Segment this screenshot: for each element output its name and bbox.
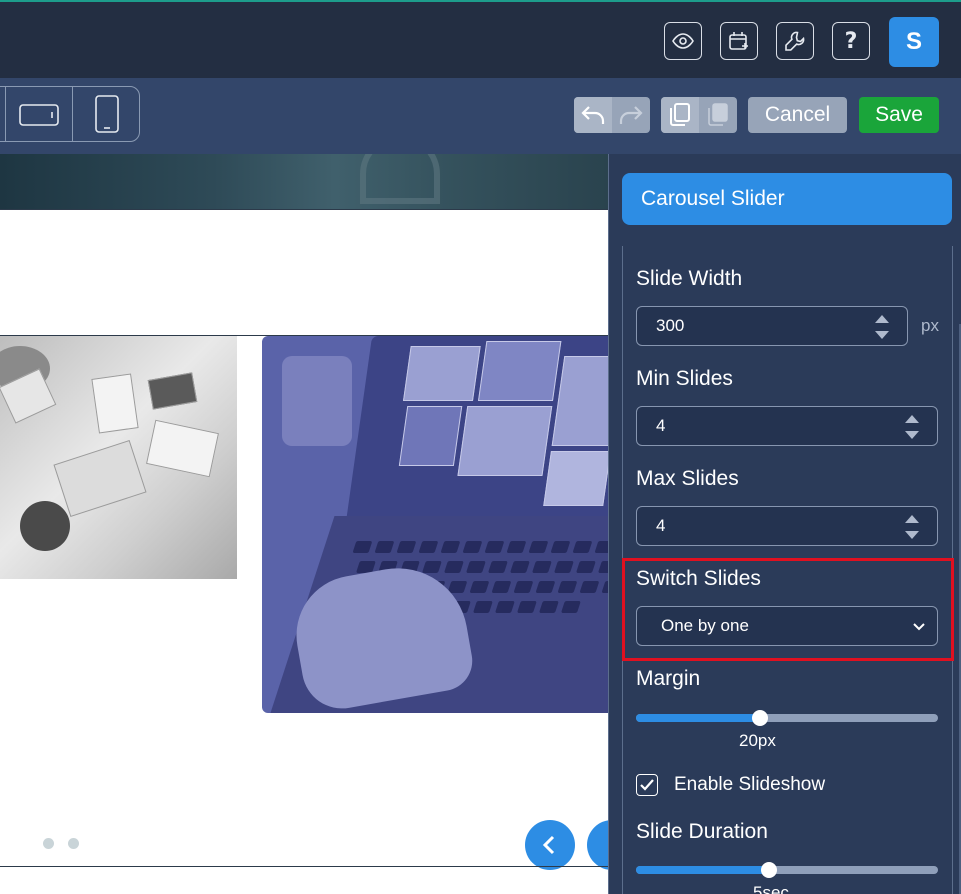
- top-bar: ? S: [0, 0, 961, 78]
- min-slides-label: Min Slides: [636, 367, 733, 390]
- team-workspace-photo[interactable]: [0, 336, 237, 579]
- min-slides-value: 4: [656, 416, 666, 435]
- mobile-portrait-icon[interactable]: [95, 95, 119, 138]
- slide-duration-slider-thumb[interactable]: [760, 862, 777, 878]
- max-slides-label: Max Slides: [636, 467, 739, 490]
- slide-width-unit: px: [921, 316, 939, 335]
- editor-canvas: [0, 154, 608, 894]
- carousel-settings-panel: Carousel Slider Slide Width 300 px Min S…: [608, 154, 961, 894]
- copy-icon[interactable]: [661, 97, 699, 133]
- section-divider: [0, 209, 608, 210]
- carousel-dot[interactable]: [43, 838, 54, 849]
- slide-width-input[interactable]: 300: [636, 306, 908, 346]
- save-button[interactable]: Save: [859, 97, 939, 133]
- switch-slides-select[interactable]: One by one: [636, 606, 938, 646]
- slide-duration-value: 5sec: [753, 883, 789, 894]
- slide-width-label: Slide Width: [636, 267, 743, 290]
- slide-width-value: 300: [656, 316, 685, 335]
- carousel-next-button[interactable]: [587, 820, 608, 870]
- paste-icon[interactable]: [699, 97, 737, 133]
- enable-slideshow-checkbox[interactable]: [636, 774, 658, 796]
- switch-slides-label: Switch Slides: [636, 567, 761, 590]
- carousel-bottom-border: [0, 866, 608, 867]
- enable-slideshow-label: Enable Slideshow: [674, 774, 826, 795]
- max-slides-value: 4: [656, 516, 666, 535]
- device-divider: [72, 87, 73, 141]
- cancel-button[interactable]: Cancel: [748, 97, 847, 133]
- redo-icon[interactable]: [612, 97, 650, 133]
- margin-slider-fill: [636, 714, 760, 722]
- hero-banner-image: [0, 154, 608, 209]
- min-slides-input[interactable]: 4: [636, 406, 938, 446]
- margin-value: 20px: [739, 731, 776, 750]
- copy-group: [661, 97, 737, 133]
- laptop-designer-photo[interactable]: [262, 336, 608, 713]
- slide-duration-label: Slide Duration: [636, 820, 768, 843]
- tablet-landscape-icon[interactable]: [19, 104, 59, 131]
- device-divider: [5, 87, 6, 141]
- device-switcher: [0, 86, 140, 142]
- slide-duration-slider-fill: [636, 866, 769, 874]
- carousel-prev-button[interactable]: [525, 820, 575, 870]
- switch-slides-value: One by one: [661, 616, 749, 635]
- user-avatar-button[interactable]: S: [889, 17, 939, 67]
- help-icon[interactable]: ?: [832, 22, 870, 60]
- chevron-left-icon: [542, 835, 555, 855]
- slide-duration-slider[interactable]: [636, 862, 938, 878]
- max-slides-input[interactable]: 4: [636, 506, 938, 546]
- banner-decoration: [360, 154, 440, 204]
- spinner-icon[interactable]: [875, 315, 889, 339]
- chevron-down-icon: [913, 623, 925, 631]
- preview-eye-icon[interactable]: [664, 22, 702, 60]
- carousel-dots: [43, 838, 79, 849]
- undo-redo-group: [574, 97, 650, 133]
- plant-shape: [282, 356, 352, 446]
- margin-slider[interactable]: [636, 710, 938, 726]
- spinner-icon[interactable]: [905, 515, 919, 539]
- check-icon: [640, 779, 654, 791]
- add-page-icon[interactable]: [720, 22, 758, 60]
- carousel-dot[interactable]: [68, 838, 79, 849]
- panel-title: Carousel Slider: [622, 173, 952, 225]
- margin-slider-thumb[interactable]: [751, 710, 768, 726]
- spinner-icon[interactable]: [905, 415, 919, 439]
- margin-label: Margin: [636, 667, 701, 690]
- editor-toolbar: Cancel Save: [0, 78, 961, 154]
- wrench-settings-icon[interactable]: [776, 22, 814, 60]
- undo-icon[interactable]: [574, 97, 612, 133]
